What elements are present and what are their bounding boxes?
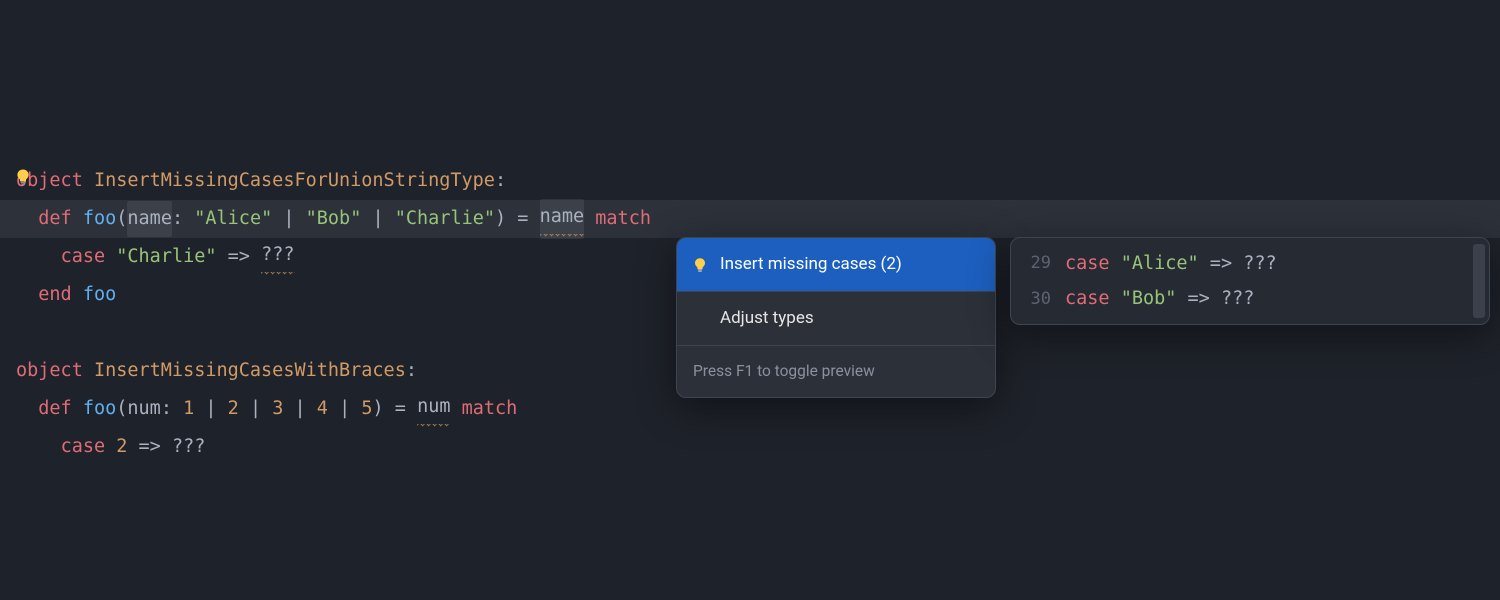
preview-line: 29case "Alice" => ???	[1011, 246, 1489, 281]
type-name: InsertMissingCasesForUnionStringType	[94, 163, 495, 199]
preview-line: 30case "Bob" => ???	[1011, 281, 1489, 316]
keyword-match: match	[595, 201, 651, 237]
quickfix-item-label: Insert missing cases (2)	[720, 248, 902, 281]
quickfix-item-label: Adjust types	[720, 302, 814, 335]
quickfix-item-insert-cases[interactable]: Insert missing cases (2)	[677, 238, 995, 291]
keyword-def: def	[38, 391, 71, 427]
line-number: 30	[1011, 283, 1065, 315]
function-name: foo	[83, 201, 116, 237]
keyword-object: object	[16, 353, 83, 389]
parameter: name	[127, 201, 172, 237]
lightbulb-icon	[691, 257, 709, 273]
match-subject: name	[540, 199, 585, 238]
placeholder-qqq: ???	[261, 237, 294, 276]
quickfix-menu[interactable]: Insert missing cases (2) Adjust types Pr…	[676, 237, 996, 398]
keyword-case: case	[61, 429, 106, 465]
parameter: num	[127, 391, 160, 427]
quickfix-item-adjust-types[interactable]: Adjust types	[677, 292, 995, 345]
quickfix-footer-hint: Press F1 to toggle preview	[677, 345, 995, 396]
preview-panel: 29case "Alice" => ??? 30case "Bob" => ??…	[1010, 237, 1490, 325]
function-name: foo	[83, 391, 116, 427]
code-line[interactable]: case 2 => ???	[0, 428, 1500, 466]
code-line[interactable]: object InsertMissingCasesForUnionStringT…	[0, 162, 1500, 200]
code-line-active[interactable]: def foo(name: "Alice" | "Bob" | "Charlie…	[0, 200, 1500, 238]
keyword-def: def	[38, 201, 71, 237]
line-number: 29	[1011, 247, 1065, 279]
lightbulb-icon[interactable]	[14, 168, 32, 186]
keyword-case: case	[61, 239, 106, 275]
scrollbar[interactable]	[1473, 244, 1485, 318]
keyword-end: end	[38, 277, 71, 313]
type-name: InsertMissingCasesWithBraces	[94, 353, 406, 389]
match-subject: num	[417, 389, 450, 428]
keyword-match: match	[462, 391, 518, 427]
